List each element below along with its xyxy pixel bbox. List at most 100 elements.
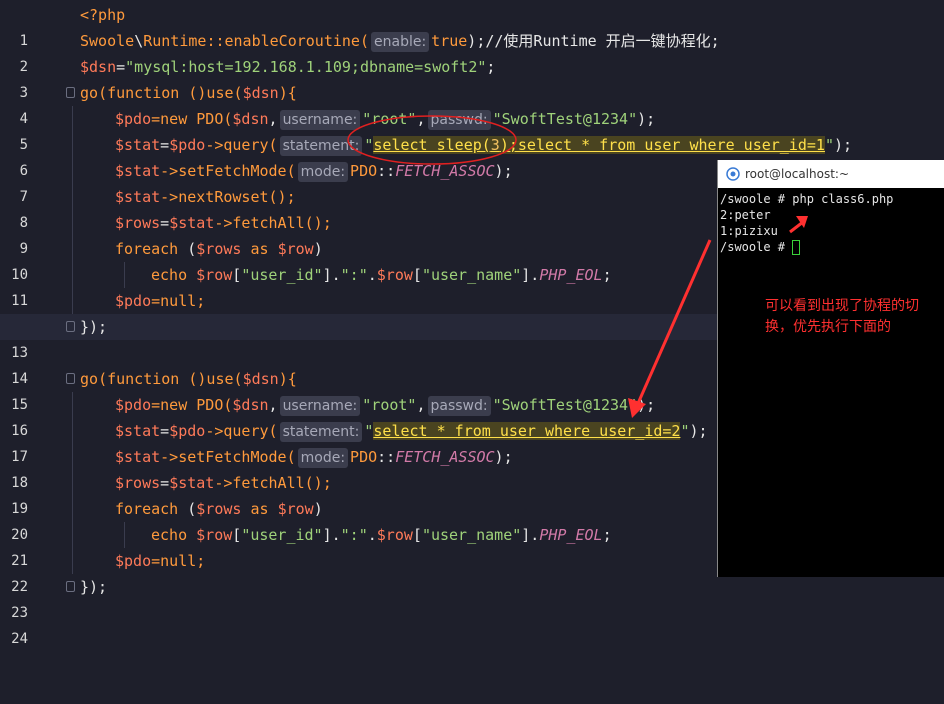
fold-toggle-icon[interactable]: [66, 373, 75, 384]
code-token: "user_name": [421, 266, 522, 284]
terminal-cursor: [792, 240, 801, 255]
indent-guide: [72, 210, 73, 236]
code-token: $rows: [196, 500, 242, 518]
code-token: ": [824, 136, 834, 154]
code-line[interactable]: 23 });: [0, 574, 944, 621]
code-token: );: [494, 162, 513, 180]
code-line[interactable]: 1 <?php: [0, 2, 944, 49]
indent-guide: [72, 184, 73, 210]
code-token: ,: [268, 110, 278, 128]
code-token: ,: [268, 396, 278, 414]
code-token: FETCH_ASSOC: [395, 448, 495, 466]
code-token: $rows: [196, 240, 242, 258]
code-line[interactable]: 5 $pdo=new PDO($dsn, username: "root", pass…: [0, 106, 944, 153]
code-token: ;: [486, 58, 496, 76]
param-hint-username: username:: [279, 110, 361, 130]
code-token: true: [431, 32, 468, 50]
code-token: PDO: [350, 448, 378, 466]
code-token: $stat: [169, 474, 215, 492]
code-token: ;: [602, 526, 612, 544]
indent-guide: [124, 262, 125, 288]
terminal-title-bar[interactable]: root@localhost:~: [718, 160, 944, 188]
code-line[interactable]: 2 Swoole\Runtime::enableCoroutine(enable…: [0, 28, 944, 75]
code-token: ].: [322, 266, 341, 284]
indent-guide: [72, 418, 73, 444]
code-line[interactable]: 3 $dsn="mysql:host=192.168.1.109;dbname=…: [0, 54, 944, 101]
code-token: "user_id": [241, 266, 323, 284]
indent-guide: [72, 548, 73, 574]
code-token: $row: [277, 240, 314, 258]
code-token: $pdo: [169, 136, 206, 154]
sql-query: select sleep(3);select * from user where…: [373, 136, 825, 154]
code-token: ].: [521, 266, 540, 284]
code-token: foreach: [115, 500, 179, 518]
code-token: foreach: [115, 240, 179, 258]
code-token: $rows: [115, 474, 161, 492]
indent-guide: [72, 236, 73, 262]
terminal-line: 1:pizixu: [720, 224, 778, 238]
code-token: "SwoftTest@1234": [492, 110, 638, 128]
code-token: $stat: [115, 188, 161, 206]
code-token: go: [80, 370, 99, 388]
code-token: "root": [362, 110, 417, 128]
code-token: (: [178, 500, 197, 518]
code-token: ): [313, 240, 323, 258]
code-token: .: [367, 266, 377, 284]
terminal-output[interactable]: /swoole # php class6.php 2:peter 1:pizixu /…: [718, 188, 944, 258]
code-token: ->fetchAll();: [214, 214, 332, 232]
code-token: $pdo: [115, 552, 152, 570]
indent-guide: [72, 158, 73, 184]
line-number: 24: [11, 631, 28, 647]
param-hint-username: username:: [279, 396, 361, 416]
code-token: $row: [196, 526, 233, 544]
code-token: ":": [340, 526, 368, 544]
code-token: =null;: [151, 292, 206, 310]
code-comment: );//使用Runtime 开启一键协程化;: [467, 32, 720, 50]
code-token: =: [160, 214, 170, 232]
code-line[interactable]: 4 go(function ()use($dsn){: [0, 80, 944, 127]
code-token: $dsn: [242, 84, 279, 102]
param-hint-statement: statement:: [279, 136, 363, 156]
code-token: [: [232, 266, 242, 284]
code-token: =: [160, 136, 170, 154]
sql-query: select * from user where user_id=2: [373, 422, 681, 440]
code-token: ): [313, 500, 323, 518]
indent-guide: [72, 522, 73, 548]
code-token: PHP_EOL: [539, 266, 603, 284]
fold-toggle-icon[interactable]: [66, 581, 75, 592]
code-line[interactable]: 6 $stat=$pdo->query(statement: "select sl…: [0, 132, 944, 179]
code-token: ->setFetchMode(: [160, 162, 296, 180]
code-token: $dsn: [80, 58, 117, 76]
code-token: FETCH_ASSOC: [395, 162, 495, 180]
code-token: ){: [278, 84, 297, 102]
code-token: .: [367, 526, 377, 544]
code-token: $pdo: [115, 396, 152, 414]
terminal-prompt-line[interactable]: /swoole #: [720, 239, 943, 255]
indent-guide: [124, 522, 125, 548]
code-token: $pdo: [169, 422, 206, 440]
code-token: $pdo: [115, 292, 152, 310]
code-token: =: [160, 422, 170, 440]
code-token: "user_name": [421, 526, 522, 544]
code-line[interactable]: 24: [0, 600, 944, 647]
code-token: =: [116, 58, 126, 76]
fold-toggle-icon[interactable]: [66, 321, 75, 332]
code-token: ->fetchAll();: [214, 474, 332, 492]
code-token: ){: [278, 370, 297, 388]
code-token: \: [134, 32, 144, 50]
indent-guide: [72, 496, 73, 522]
fold-toggle-icon[interactable]: [66, 87, 75, 98]
param-hint-mode: mode:: [297, 162, 349, 182]
code-token: as: [241, 240, 278, 258]
code-token: ::: [377, 162, 396, 180]
code-token: );: [637, 110, 656, 128]
code-token: ::: [377, 448, 396, 466]
code-token: $dsn: [242, 370, 279, 388]
code-token: =new PDO(: [151, 396, 233, 414]
terminal-line: 2:peter: [720, 208, 771, 222]
code-token: ":": [340, 266, 368, 284]
code-token: });: [80, 578, 108, 596]
code-token: (: [178, 240, 197, 258]
terminal-window[interactable]: root@localhost:~ /swoole # php class6.ph…: [717, 160, 944, 577]
code-token: "user_id": [241, 526, 323, 544]
